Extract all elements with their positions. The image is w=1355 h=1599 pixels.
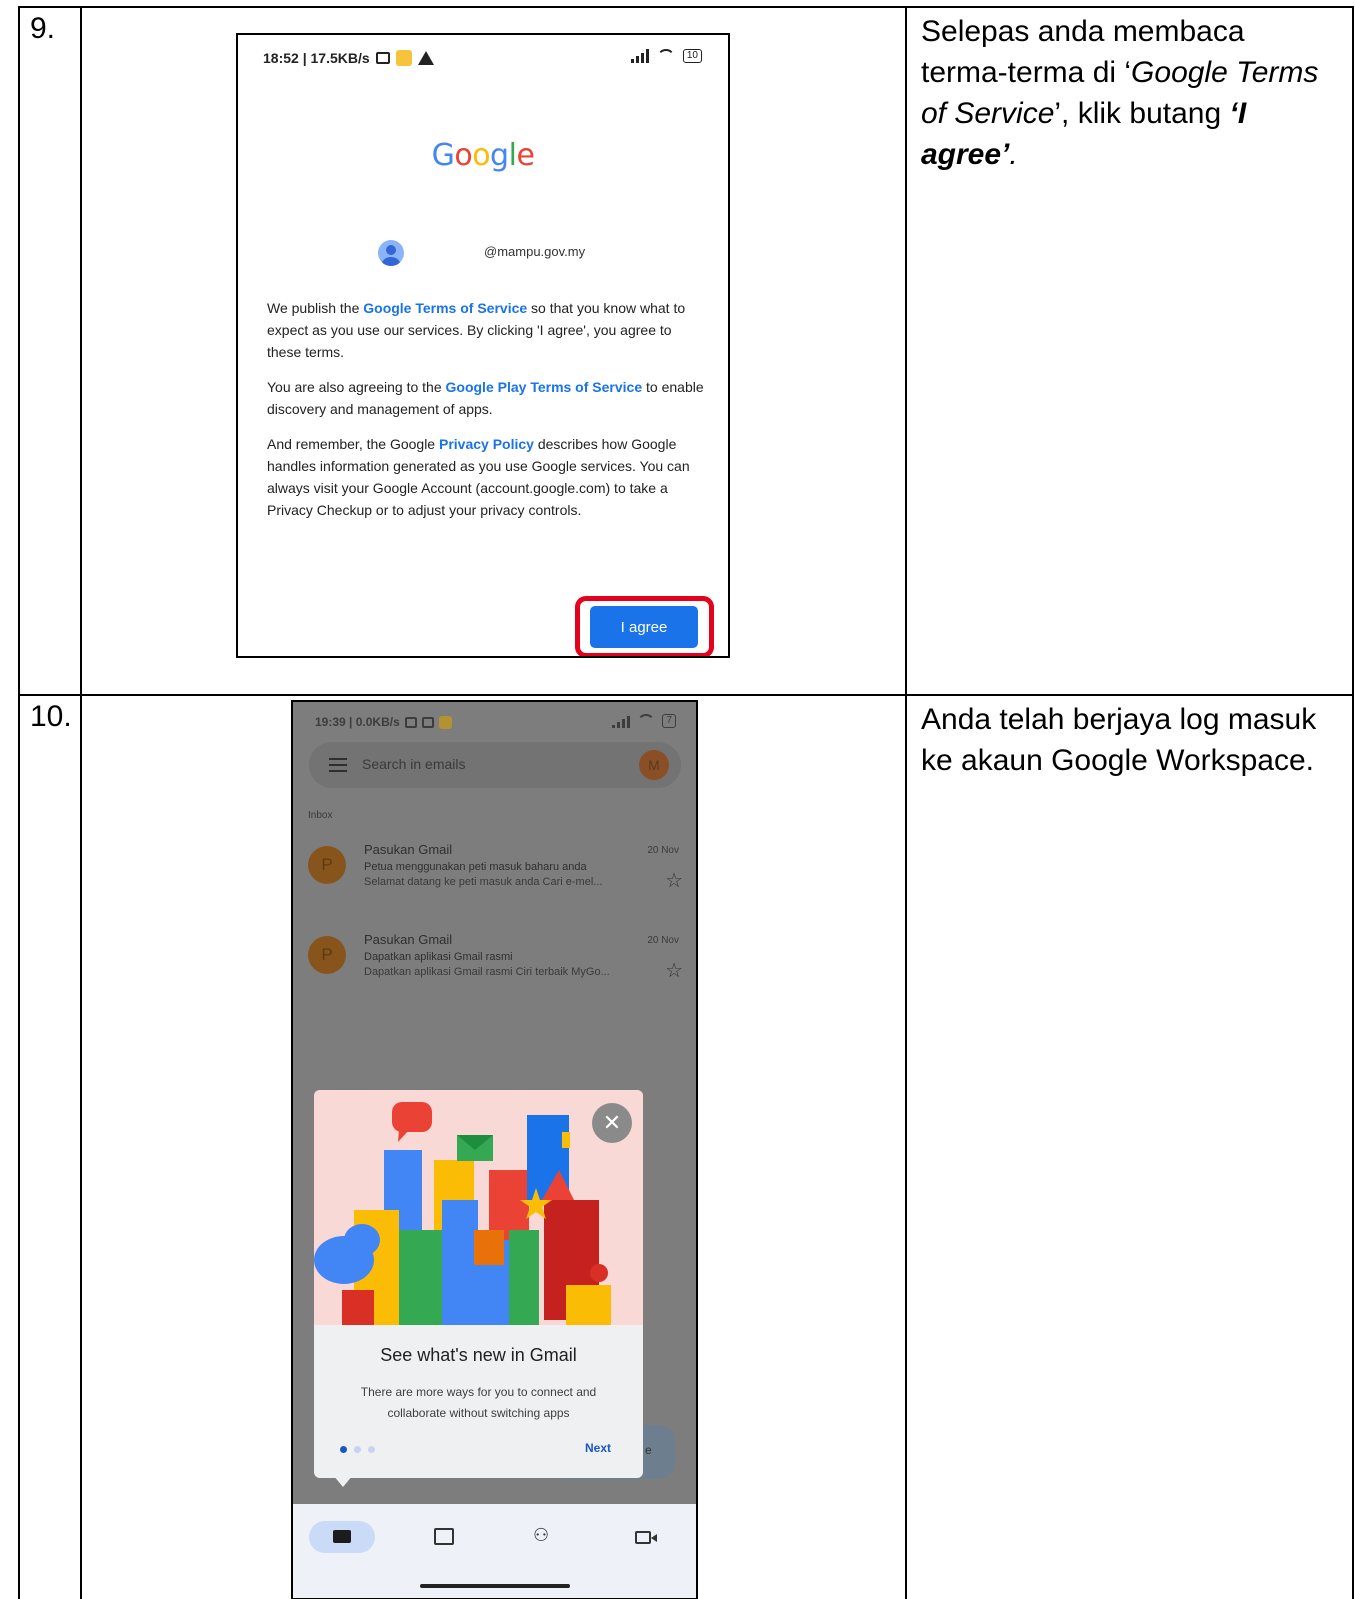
- step-number-cell: 10.: [18, 694, 82, 1599]
- table-row: 9. 18:52 | 17.5KB/s 10 Google @mampu.gov…: [18, 6, 1354, 696]
- mail-icon[interactable]: [333, 1530, 351, 1543]
- status-bar: 18:52 | 17.5KB/s: [263, 50, 434, 66]
- home-indicator: [420, 1584, 570, 1588]
- mail-snippet: Selamat datang ke peti masuk anda Cari e…: [364, 876, 603, 888]
- screenshot-cell: 18:52 | 17.5KB/s 10 Google @mampu.gov.my: [80, 6, 907, 696]
- status-time: 18:52 | 17.5KB/s: [263, 50, 370, 66]
- search-bar[interactable]: Search in emails M: [309, 742, 681, 788]
- account-avatar[interactable]: M: [639, 750, 669, 780]
- close-icon[interactable]: ✕: [592, 1103, 632, 1143]
- screenshot-cell: 19:39 | 0.0KB/s 7 Search in emails M Inb…: [80, 694, 907, 1599]
- account-avatar-icon: [378, 240, 404, 266]
- whats-new-dialog: ✕ See what's new in Gmail There are more…: [314, 1090, 643, 1478]
- description-cell: Anda telah berjaya log masuk ke akaun Go…: [905, 694, 1354, 1599]
- dialog-pointer: [333, 1475, 353, 1487]
- notification-icon: [375, 52, 390, 64]
- terms-paragraph: You are also agreeing to the Google Play…: [267, 379, 704, 417]
- terms-text: We publish the Google Terms of Service s…: [267, 297, 707, 534]
- step-number: 9.: [30, 12, 56, 45]
- battery-icon: 10: [682, 49, 702, 63]
- step-description: Anda telah berjaya log masuk ke akaun Go…: [921, 703, 1317, 777]
- description-cell: Selepas anda membaca terma-terma di ‘Goo…: [905, 6, 1354, 696]
- mail-subject: Dapatkan aplikasi Gmail rasmi: [364, 951, 513, 963]
- play-terms-link[interactable]: Google Play Terms of Service: [446, 379, 643, 395]
- mail-date: 20 Nov: [647, 935, 679, 946]
- mail-date: 20 Nov: [647, 845, 679, 856]
- wifi-icon: [637, 714, 656, 728]
- signal-icon: [612, 714, 631, 728]
- mail-sender: Pasukan Gmail: [364, 932, 453, 947]
- dialog-body: There are more ways for you to connect a…: [360, 1385, 597, 1420]
- terms-screenshot: 18:52 | 17.5KB/s 10 Google @mampu.gov.my: [236, 33, 730, 658]
- star-icon[interactable]: ☆: [665, 958, 683, 983]
- notification-icon: [421, 716, 434, 728]
- mail-subject: Petua menggunakan peti masuk baharu anda: [364, 861, 587, 873]
- sender-avatar: P: [308, 846, 346, 884]
- status-indicators: 7: [612, 714, 676, 728]
- pagination-dots: [340, 1446, 375, 1453]
- status-time: 19:39 | 0.0KB/s: [315, 715, 400, 729]
- inbox-label: Inbox: [308, 810, 333, 821]
- terms-paragraph: We publish the Google Terms of Service s…: [267, 300, 686, 360]
- gmail-screenshot: 19:39 | 0.0KB/s 7 Search in emails M Inb…: [291, 700, 698, 1599]
- wifi-icon: [656, 49, 675, 63]
- menu-icon[interactable]: [329, 758, 347, 772]
- dialog-title: See what's new in Gmail: [380, 1345, 577, 1365]
- star-icon[interactable]: ☆: [665, 868, 683, 893]
- battery-icon: 7: [662, 714, 676, 728]
- step-description: Selepas anda membaca terma-terma di ‘Goo…: [921, 15, 1319, 171]
- list-item[interactable]: P Pasukan Gmail 20 Nov Petua menggunakan…: [308, 842, 685, 902]
- terms-of-service-link[interactable]: Google Terms of Service: [363, 300, 527, 316]
- illustration: ✕: [314, 1090, 643, 1325]
- privacy-policy-link[interactable]: Privacy Policy: [439, 436, 534, 452]
- app-notification-icon: [395, 50, 412, 66]
- instruction-table: 9. 18:52 | 17.5KB/s 10 Google @mampu.gov…: [18, 6, 1354, 1599]
- status-indicators: 10: [630, 49, 702, 63]
- step-number-cell: 9.: [18, 6, 82, 696]
- bottom-navigation: ⚇: [293, 1504, 696, 1598]
- signal-icon: [630, 49, 649, 63]
- sender-avatar: P: [308, 936, 346, 974]
- terms-paragraph: And remember, the Google Privacy Policy …: [267, 436, 690, 518]
- highlight-box: [575, 596, 714, 656]
- app-notification-icon: [438, 715, 452, 729]
- search-input[interactable]: Search in emails: [362, 756, 466, 772]
- chat-icon[interactable]: [434, 1528, 454, 1545]
- meet-icon[interactable]: [635, 1531, 657, 1544]
- step-number: 10.: [30, 700, 72, 733]
- table-row: 10. 19:39 | 0.0KB/s 7 Search in emails M…: [18, 694, 1354, 1599]
- next-button[interactable]: Next: [585, 1441, 611, 1455]
- spaces-icon[interactable]: ⚇: [533, 1525, 549, 1546]
- google-logo: Google: [431, 138, 535, 173]
- account-email: @mampu.gov.my: [484, 244, 586, 259]
- notification-icon: [404, 716, 417, 728]
- list-item[interactable]: P Pasukan Gmail 20 Nov Dapatkan aplikasi…: [308, 932, 685, 992]
- warning-icon: [417, 51, 434, 65]
- mail-sender: Pasukan Gmail: [364, 842, 453, 857]
- mail-snippet: Dapatkan aplikasi Gmail rasmi Ciri terba…: [364, 966, 610, 978]
- status-bar: 19:39 | 0.0KB/s: [315, 715, 452, 729]
